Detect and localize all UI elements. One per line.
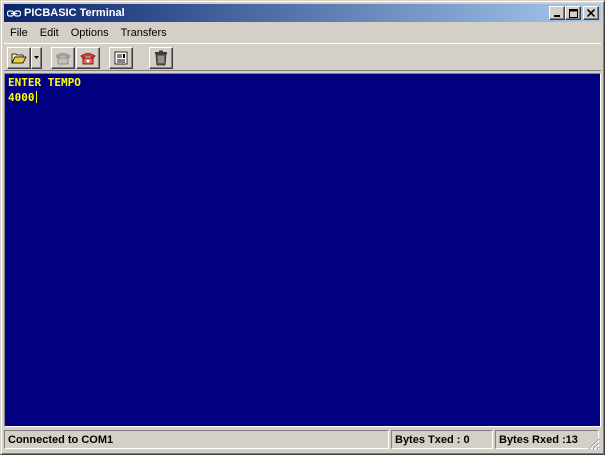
open-dropdown-button[interactable] xyxy=(31,47,42,69)
bytes-txed-count: Bytes Txed : 0 xyxy=(391,430,493,449)
properties-button[interactable] xyxy=(109,47,133,69)
window-controls xyxy=(549,6,599,20)
dropdown-arrow-icon xyxy=(34,56,39,59)
hangup-phone-icon xyxy=(80,53,96,65)
toolbar xyxy=(4,43,601,71)
terminal-input-text: 4000 xyxy=(8,91,35,104)
menu-options[interactable]: Options xyxy=(65,27,115,39)
maximize-button[interactable] xyxy=(565,6,581,20)
maximize-icon xyxy=(568,8,578,18)
title-bar[interactable]: PICBASIC Terminal xyxy=(4,4,601,22)
resize-grip-icon[interactable] xyxy=(588,438,600,450)
connect-button[interactable] xyxy=(51,47,75,69)
menu-bar: File Edit Options Transfers xyxy=(4,23,601,42)
minimize-icon xyxy=(554,15,560,17)
open-button[interactable] xyxy=(7,47,31,69)
close-button[interactable] xyxy=(583,6,599,20)
disconnect-button[interactable] xyxy=(76,47,100,69)
window-title: PICBASIC Terminal xyxy=(24,7,125,19)
minimize-button[interactable] xyxy=(549,6,565,20)
close-icon xyxy=(587,9,595,17)
plug-connector-icon xyxy=(7,8,21,18)
connection-status: Connected to COM1 xyxy=(4,430,389,449)
text-cursor xyxy=(35,91,37,103)
trash-icon xyxy=(155,50,167,66)
bytes-rxed-count: Bytes Rxed :13 xyxy=(495,430,599,449)
terminal-line: ENTER TEMPO xyxy=(8,76,81,89)
open-folder-icon xyxy=(11,53,27,64)
menu-transfers[interactable]: Transfers xyxy=(115,27,173,39)
properties-icon xyxy=(114,51,128,65)
terminal-input-line: 4000 xyxy=(8,90,597,105)
connect-phone-icon xyxy=(55,53,71,65)
status-bar: Connected to COM1 Bytes Txed : 0 Bytes R… xyxy=(4,429,601,451)
terminal-output[interactable]: ENTER TEMPO 4000 xyxy=(4,73,601,427)
clear-button[interactable] xyxy=(149,47,173,69)
terminal-window: PICBASIC Terminal File Edit Options Tran… xyxy=(0,0,605,455)
menu-file[interactable]: File xyxy=(4,27,34,39)
menu-edit[interactable]: Edit xyxy=(34,27,65,39)
